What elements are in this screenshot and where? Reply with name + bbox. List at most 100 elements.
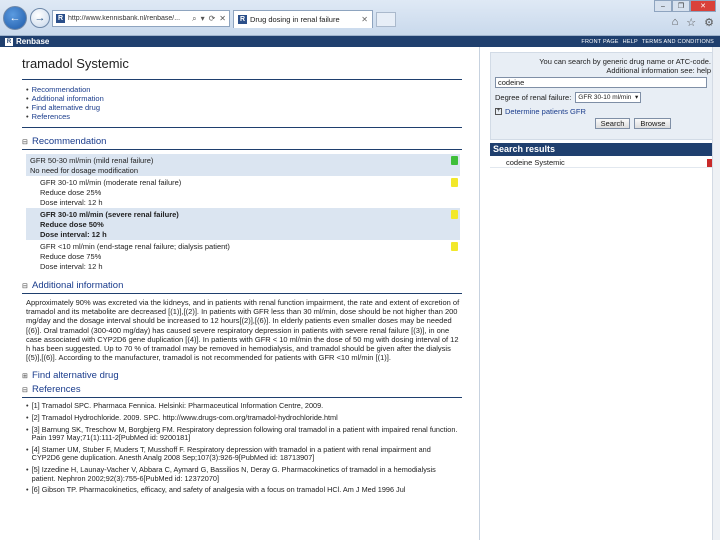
browser-chrome: ← → R http://www.kennisbank.nl/renbase/.… [0,0,720,36]
page-title: tramadol Systemic [22,56,129,71]
column-divider [479,47,480,540]
status-yellow-icon [451,209,458,219]
reference-item: • [4] Stamer UM, Stuber F, Muders T, Muss… [26,444,431,463]
minimize-button[interactable]: – [654,0,672,12]
bullet-icon: • [26,112,29,121]
references-heading[interactable]: ⊟ References [22,384,462,395]
dose-advice: Reduce dose 75% [40,251,102,261]
reference-item: • [1] Tramadol SPC. Pharmaca Fennica. Hel… [26,401,324,411]
dose-interval: Dose interval: 12 h [40,229,107,239]
status-yellow-icon [451,241,458,251]
refresh-icon[interactable]: ⟳ [209,14,216,24]
main-content: tramadol Systemic • Recommendation • Addit… [22,52,462,540]
toc-item-recommendation[interactable]: • Recommendation [26,85,462,94]
nav-help[interactable]: HELP [623,39,638,45]
collapse-icon[interactable]: ⊟ [22,386,30,394]
additional-info-text: Approximately 90% was excreted via the k… [26,298,460,363]
tab-favicon-icon: R [238,15,247,24]
determine-gfr-link[interactable]: Determine patients GFR [505,107,586,116]
dropdown-icon[interactable]: ▾ [201,14,205,24]
vertical-scrollbar[interactable] [712,47,720,540]
search-panel: You can search by generic drug name or A… [490,52,716,140]
gfr-range-label: GFR 50-30 ml/min (mild renal failure) [30,155,154,165]
section-rule [22,149,462,150]
chevron-down-icon: ▾ [635,94,639,101]
collapse-icon[interactable]: ⊟ [22,138,30,146]
recommendation-heading[interactable]: ⊟ Recommendation [22,136,462,147]
section-rule [22,293,462,294]
alternative-drug-heading[interactable]: ⊞ Find alternative drug [22,370,462,381]
bullet-icon: • [26,401,29,411]
status-green-icon [451,155,458,165]
reference-item: • [2] Tramadol Hydrochloride. 2009. SPC. … [26,413,338,423]
gfr-range-label: GFR 30-10 ml/min (severe renal failure) [40,209,179,219]
forward-arrow-icon: → [34,12,46,24]
forward-button[interactable]: → [30,8,50,28]
additional-info-heading[interactable]: ⊟ Additional information [22,280,462,291]
nav-front-page[interactable]: FRONT PAGE [581,39,618,45]
logo-mark-icon: R [5,37,13,46]
section-rule [22,397,462,399]
dose-interval: Dose interval: 12 h [40,197,103,207]
back-arrow-icon: ← [9,12,21,24]
browse-button[interactable]: Browse [634,118,672,129]
favorites-star-icon[interactable]: ☆ [686,16,696,29]
reference-item: • [3] Barnung SK, Treschow M, Borgbjerg F… [26,424,458,443]
stop-icon[interactable]: ✕ [219,14,226,24]
address-bar[interactable]: R http://www.kennisbank.nl/renbase/... ⌕… [52,10,230,27]
back-button[interactable]: ← [3,6,27,30]
toc-item-additional[interactable]: • Additional information [26,94,462,103]
new-tab-button[interactable] [376,12,396,27]
reference-item: • [6] Gibson TP. Pharmacokinetics, effica… [26,485,406,495]
collapse-icon[interactable]: ⊟ [22,282,30,290]
site-favicon-icon: R [56,14,65,23]
dose-advice: No need for dosage modification [30,165,138,175]
toc-rule [22,127,462,128]
maximize-button[interactable]: ❐ [672,0,690,12]
toc-item-references[interactable]: • References [26,112,462,121]
renal-failure-select[interactable]: GFR 30-10 ml/min ▾ [575,92,642,103]
toc-item-alternative[interactable]: • Find alternative drug [26,103,462,112]
expand-plus-icon[interactable]: + [495,108,502,115]
bullet-icon: • [26,94,29,103]
url-text[interactable]: http://www.kennisbank.nl/renbase/... [68,15,189,22]
bullet-icon: • [26,103,29,112]
browser-tab[interactable]: R Drug dosing in renal failure ✕ [233,10,373,28]
search-help-line[interactable]: Additional information see: help [495,66,711,75]
renal-failure-label: Degree of renal failure: [495,93,572,102]
settings-gear-icon[interactable]: ⚙ [704,16,714,29]
recommendation-row: GFR 30-10 ml/min (severe renal failure) … [26,208,460,240]
search-icon[interactable]: ⌕ [192,14,196,24]
recommendation-row: GFR 30-10 ml/min (moderate renal failure… [26,176,460,208]
tab-title: Drug dosing in renal failure [250,15,340,24]
close-window-button[interactable]: ✕ [690,0,716,12]
bullet-icon: • [26,464,29,474]
reference-item: • [5] Izzedine H, Launay-Vacher V, Abbara… [26,464,436,483]
recommendation-row: GFR <10 ml/min (end-stage renal failure;… [26,240,460,272]
site-logo[interactable]: R Renbase [0,37,49,46]
dose-advice: Reduce dose 50% [40,219,104,229]
site-header: R Renbase FRONT PAGE HELP TERMS AND COND… [0,36,720,47]
bullet-icon: • [26,444,29,454]
bullet-icon: • [26,413,29,423]
gfr-range-label: GFR <10 ml/min (end-stage renal failure;… [40,241,230,251]
reference-list: • [1] Tramadol SPC. Pharmaca Fennica. Hel… [26,402,460,494]
search-hint-line: You can search by generic drug name or A… [539,57,711,66]
bullet-icon: • [26,424,29,434]
status-yellow-icon [451,177,458,187]
nav-terms[interactable]: TERMS AND CONDITIONS [642,39,714,45]
gfr-range-label: GFR 30-10 ml/min (moderate renal failure… [40,177,182,187]
search-result-item[interactable]: codeine Systemic [490,158,716,168]
drug-search-input[interactable]: codeine [495,77,707,88]
expand-icon[interactable]: ⊞ [22,372,30,380]
tab-close-icon[interactable]: ✕ [361,15,368,24]
table-of-contents: • Recommendation • Additional information … [26,85,462,121]
bullet-icon: • [26,85,29,94]
dose-interval: Dose interval: 12 h [40,261,103,271]
recommendation-row: GFR 50-30 ml/min (mild renal failure) No… [26,154,460,176]
recommendation-table: GFR 50-30 ml/min (mild renal failure) No… [26,154,460,272]
home-icon[interactable]: ⌂ [672,16,679,29]
dose-advice: Reduce dose 25% [40,187,102,197]
window-controls: – ❐ ✕ [654,0,716,12]
search-button[interactable]: Search [594,118,631,129]
